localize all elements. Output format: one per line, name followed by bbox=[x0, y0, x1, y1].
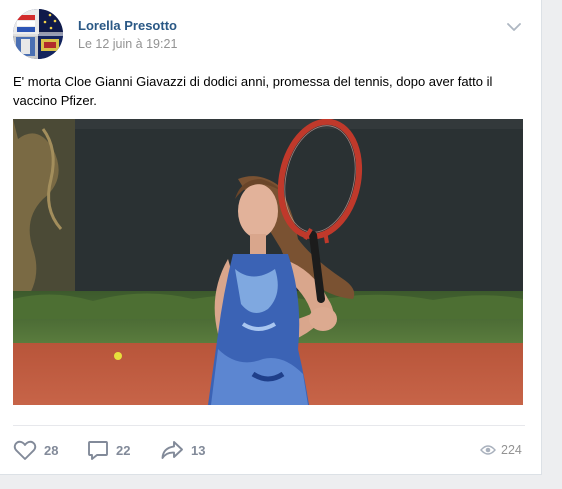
heart-icon bbox=[13, 440, 37, 460]
comment-icon bbox=[88, 441, 108, 460]
post-card: Lorella Presotto Le 12 juin à 19:21 E' m… bbox=[0, 0, 542, 475]
like-button[interactable]: 28 bbox=[13, 436, 58, 464]
post-text: E' morta Cloe Gianni Giavazzi di dodici … bbox=[13, 74, 493, 108]
views-counter: 224 bbox=[480, 440, 522, 460]
share-icon bbox=[161, 441, 183, 459]
post-photo[interactable] bbox=[13, 119, 523, 405]
page-gutter bbox=[542, 0, 562, 489]
author-avatar[interactable] bbox=[13, 9, 63, 59]
chevron-down-icon[interactable] bbox=[505, 20, 523, 34]
share-button[interactable]: 13 bbox=[160, 436, 205, 464]
eye-icon bbox=[480, 445, 496, 455]
share-count: 13 bbox=[191, 442, 206, 458]
like-count: 28 bbox=[44, 442, 59, 458]
comment-count: 22 bbox=[116, 442, 131, 458]
tennis-player-photo bbox=[13, 119, 523, 405]
actions-divider bbox=[13, 425, 525, 426]
post-timestamp[interactable]: Le 12 juin à 19:21 bbox=[78, 37, 177, 51]
author-name[interactable]: Lorella Presotto bbox=[78, 18, 177, 33]
views-count: 224 bbox=[501, 443, 522, 457]
comment-button[interactable]: 22 bbox=[87, 436, 130, 464]
avatar-image bbox=[13, 9, 63, 59]
